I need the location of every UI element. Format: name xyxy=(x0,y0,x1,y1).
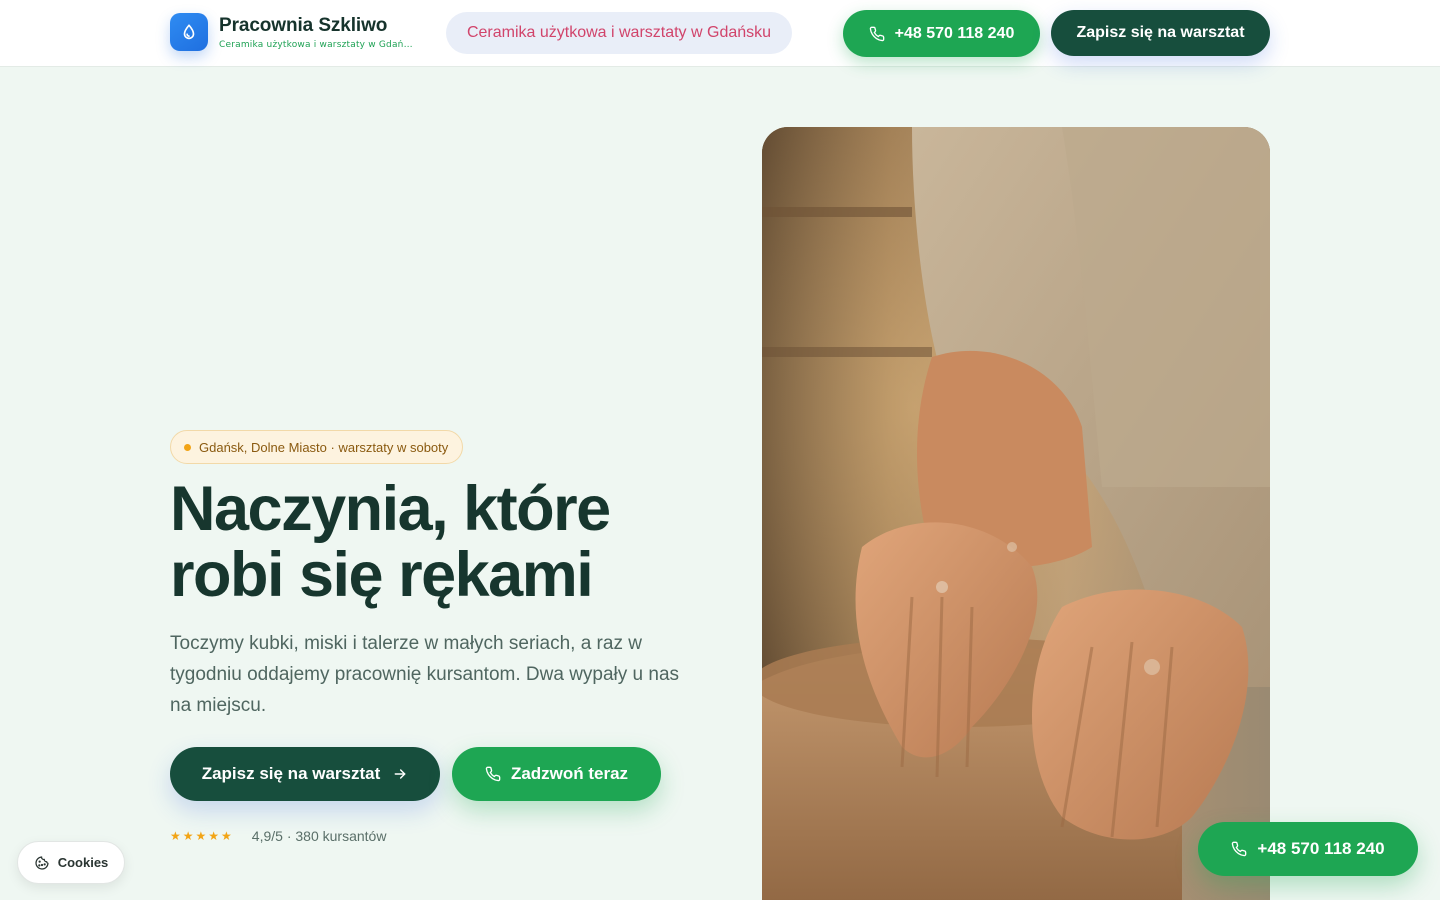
water-drop-icon xyxy=(170,13,208,51)
location-badge: Gdańsk, Dolne Miasto · warsztaty w sobot… xyxy=(170,430,463,464)
hero-signup-button[interactable]: Zapisz się na warsztat xyxy=(170,747,440,801)
hero-image-pottery-hands xyxy=(762,127,1270,900)
hero-description: Toczymy kubki, miski i talerze w małych … xyxy=(170,633,680,716)
arrow-right-icon xyxy=(392,766,408,782)
brand-tagline: Ceramika użytkowa i warsztaty w Gdańsku xyxy=(219,39,417,50)
header-phone-button[interactable]: +48 570 118 240 xyxy=(843,10,1040,57)
location-badge-text: Gdańsk, Dolne Miasto · warsztaty w sobot… xyxy=(199,439,449,455)
hero-title-line2: robi się rękami xyxy=(170,540,594,610)
tagline-pill: Ceramika użytkowa i warsztaty w Gdańsku xyxy=(446,12,792,54)
brand-name: Pracownia Szkliwo xyxy=(219,14,388,36)
brand[interactable]: Pracownia Szkliwo Ceramika użytkowa i wa… xyxy=(170,13,417,51)
header-phone-label: +48 570 118 240 xyxy=(894,24,1015,42)
cookies-button[interactable]: Cookies xyxy=(17,841,125,884)
rating: ★★★★★ 4,9/5 · 380 kursantów xyxy=(170,828,386,844)
hero-call-button[interactable]: Zadzwoń teraz xyxy=(452,747,661,801)
cookies-label: Cookies xyxy=(57,855,109,870)
hero-title: Naczynia, które robi się rękami xyxy=(170,476,710,608)
header-signup-label: Zapisz się na warsztat xyxy=(1076,24,1245,41)
rating-text: 4,9/5 · 380 kursantów xyxy=(251,828,387,844)
phone-icon xyxy=(485,766,501,782)
floating-phone-button[interactable]: +48 570 118 240 xyxy=(1198,822,1418,876)
hero-call-label: Zadzwoń teraz xyxy=(510,764,629,783)
cookie-icon xyxy=(34,855,50,871)
phone-icon xyxy=(1231,841,1247,857)
brand-text: Pracownia Szkliwo Ceramika użytkowa i wa… xyxy=(219,15,417,50)
location-dot-icon xyxy=(184,443,191,451)
phone-icon xyxy=(869,26,885,42)
star-rating-icon: ★★★★★ xyxy=(170,829,234,843)
site-header: Pracownia Szkliwo Ceramika użytkowa i wa… xyxy=(0,0,1440,67)
hero-signup-label: Zapisz się na warsztat xyxy=(201,764,381,783)
header-signup-button[interactable]: Zapisz się na warsztat xyxy=(1051,10,1270,56)
hero-title-line1: Naczynia, które xyxy=(170,474,611,544)
floating-phone-label: +48 570 118 240 xyxy=(1257,839,1385,858)
